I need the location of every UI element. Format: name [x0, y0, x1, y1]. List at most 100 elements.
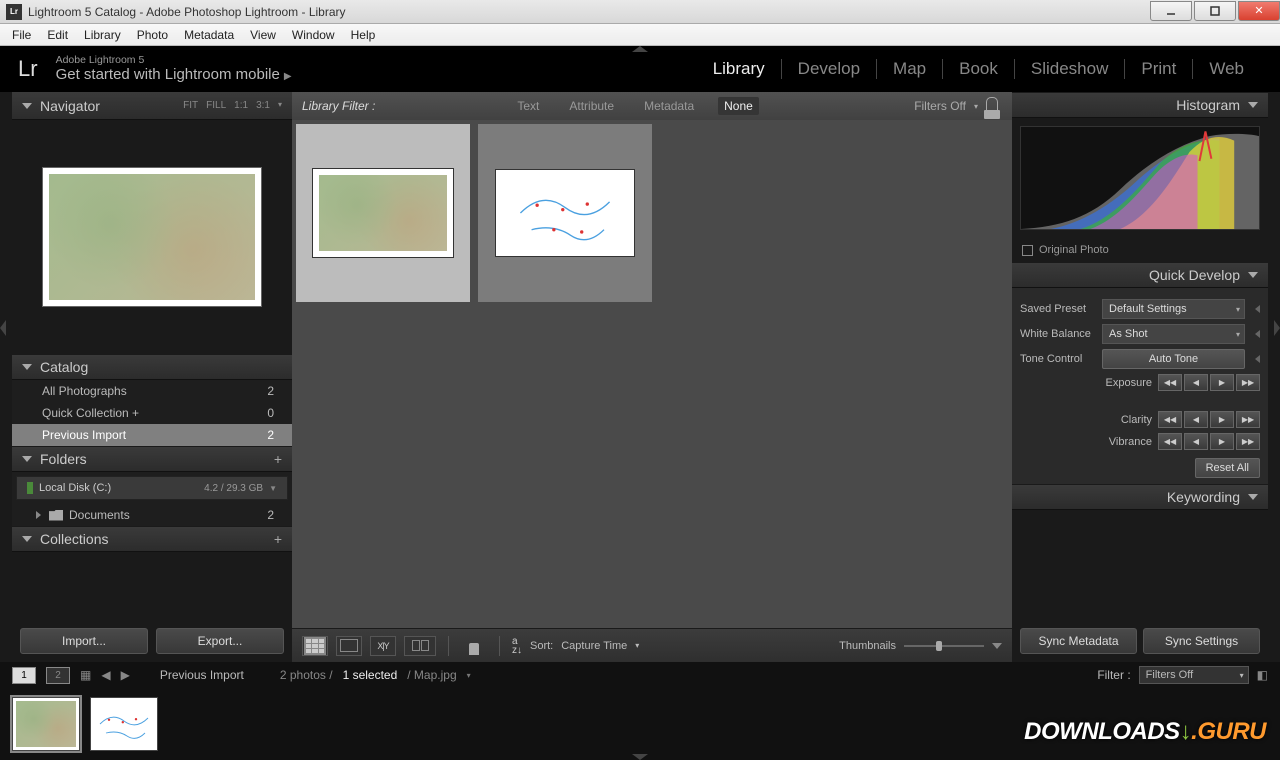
filter-tab-metadata[interactable]: Metadata	[638, 97, 700, 115]
chevron-down-icon[interactable]: ▾	[467, 671, 471, 680]
import-button[interactable]: Import...	[20, 628, 148, 654]
step-big-up[interactable]: ▶▶	[1236, 411, 1260, 428]
menu-view[interactable]: View	[242, 26, 284, 44]
white-balance-select[interactable]: As Shot▾	[1102, 324, 1245, 344]
zoom-3to1[interactable]: 3:1	[256, 100, 270, 111]
view-loupe-button[interactable]	[336, 636, 362, 656]
main-window-button[interactable]: 1	[12, 667, 36, 684]
maximize-button[interactable]	[1194, 1, 1236, 21]
filter-tab-text[interactable]: Text	[511, 97, 545, 115]
module-map[interactable]: Map	[877, 59, 942, 79]
module-slideshow[interactable]: Slideshow	[1015, 59, 1125, 79]
filter-preset-select[interactable]: Filters Off▾	[1139, 666, 1249, 684]
menu-window[interactable]: Window	[284, 26, 343, 44]
menu-edit[interactable]: Edit	[39, 26, 76, 44]
step-up[interactable]: ▶	[1210, 433, 1234, 450]
histogram-chart[interactable]	[1020, 126, 1260, 230]
filter-switch-icon[interactable]: ◧	[1257, 668, 1268, 682]
toolbar-menu-icon[interactable]	[992, 643, 1002, 649]
disclosure-icon[interactable]	[1255, 330, 1260, 338]
filters-status[interactable]: Filters Off	[914, 99, 966, 113]
module-book[interactable]: Book	[943, 59, 1014, 79]
sync-metadata-button[interactable]: Sync Metadata	[1020, 628, 1137, 654]
add-folder-icon[interactable]: +	[274, 451, 282, 467]
sort-direction-button[interactable]: az↓	[512, 637, 522, 655]
step-up[interactable]: ▶	[1210, 411, 1234, 428]
zoom-fill[interactable]: FILL	[206, 100, 226, 111]
menu-metadata[interactable]: Metadata	[176, 26, 242, 44]
volume-row[interactable]: Local Disk (C:) 4.2 / 29.3 GB ▼	[16, 476, 288, 500]
navigator-preview[interactable]	[12, 120, 292, 354]
thumbnail-size-slider[interactable]	[904, 645, 984, 647]
filmstrip-thumb[interactable]	[12, 697, 80, 751]
disclosure-icon[interactable]	[1255, 355, 1260, 363]
grid-cell[interactable]	[478, 124, 652, 302]
step-big-up[interactable]: ▶▶	[1236, 433, 1260, 450]
lock-icon[interactable]	[986, 97, 1002, 115]
back-icon[interactable]: ◀	[101, 668, 110, 682]
view-survey-button[interactable]	[404, 636, 436, 656]
painter-tool-button[interactable]	[461, 636, 487, 656]
right-panel-reveal-icon[interactable]	[1274, 320, 1280, 336]
menu-file[interactable]: File	[4, 26, 39, 44]
navigator-header[interactable]: Navigator FIT FILL 1:1 3:1 ▾	[12, 92, 292, 120]
disclosure-icon[interactable]	[1255, 305, 1260, 313]
auto-tone-button[interactable]: Auto Tone	[1102, 349, 1245, 369]
step-down[interactable]: ◀	[1184, 411, 1208, 428]
collections-header[interactable]: Collections +	[12, 526, 292, 552]
module-develop[interactable]: Develop	[782, 59, 876, 79]
zoom-1to1[interactable]: 1:1	[234, 100, 248, 111]
zoom-fit[interactable]: FIT	[183, 100, 198, 111]
minimize-button[interactable]	[1150, 1, 1192, 21]
second-window-button[interactable]: 2	[46, 667, 70, 684]
menu-help[interactable]: Help	[343, 26, 384, 44]
step-up[interactable]: ▶	[1210, 374, 1234, 391]
reset-all-button[interactable]: Reset All	[1195, 458, 1260, 478]
chevron-down-icon[interactable]: ▾	[974, 102, 978, 111]
bottom-panel-reveal-icon[interactable]	[632, 754, 648, 760]
catalog-item-all[interactable]: All Photographs2	[12, 380, 292, 402]
step-down[interactable]: ◀	[1184, 433, 1208, 450]
left-panel-reveal-icon[interactable]	[0, 320, 6, 336]
module-print[interactable]: Print	[1125, 59, 1192, 79]
folders-header[interactable]: Folders +	[12, 446, 292, 472]
sync-settings-button[interactable]: Sync Settings	[1143, 628, 1260, 654]
add-collection-icon[interactable]: +	[274, 531, 282, 547]
step-big-down[interactable]: ◀◀	[1158, 411, 1182, 428]
export-button[interactable]: Export...	[156, 628, 284, 654]
grid-view[interactable]	[292, 120, 1012, 628]
menu-library[interactable]: Library	[76, 26, 129, 44]
step-big-up[interactable]: ▶▶	[1236, 374, 1260, 391]
catalog-item-previous-import[interactable]: Previous Import2	[12, 424, 292, 446]
sort-value[interactable]: Capture Time	[561, 640, 627, 652]
module-web[interactable]: Web	[1193, 59, 1260, 79]
keywording-header[interactable]: Keywording	[1012, 484, 1268, 510]
grid-cell[interactable]	[296, 124, 470, 302]
folder-row[interactable]: Documents 2	[12, 504, 292, 526]
quick-develop-header[interactable]: Quick Develop	[1012, 262, 1268, 288]
saved-preset-select[interactable]: Default Settings▾	[1102, 299, 1245, 319]
original-photo-toggle[interactable]: Original Photo	[1012, 238, 1268, 262]
forward-icon[interactable]: ▶	[121, 668, 130, 682]
sort-menu-icon[interactable]: ▾	[635, 641, 639, 650]
breadcrumb-source[interactable]: Previous Import	[160, 668, 244, 682]
catalog-header[interactable]: Catalog	[12, 354, 292, 380]
catalog-item-quick[interactable]: Quick Collection +0	[12, 402, 292, 424]
menu-photo[interactable]: Photo	[129, 26, 176, 44]
chevron-down-icon	[22, 456, 32, 462]
view-compare-button[interactable]: X|Y	[370, 636, 396, 656]
identity-text[interactable]: Adobe Lightroom 5 Get started with Light…	[56, 54, 697, 83]
histogram-header[interactable]: Histogram	[1012, 92, 1268, 118]
top-panel-reveal-icon[interactable]	[632, 46, 648, 52]
grid-icon[interactable]: ▦	[80, 668, 91, 682]
filmstrip-thumb[interactable]	[90, 697, 158, 751]
filter-tab-attribute[interactable]: Attribute	[563, 97, 620, 115]
close-button[interactable]: ✕	[1238, 1, 1280, 21]
step-big-down[interactable]: ◀◀	[1158, 374, 1182, 391]
module-library[interactable]: Library	[697, 59, 781, 79]
view-grid-button[interactable]	[302, 636, 328, 656]
filter-tab-none[interactable]: None	[718, 97, 759, 115]
zoom-more-icon[interactable]: ▾	[278, 100, 282, 111]
step-down[interactable]: ◀	[1184, 374, 1208, 391]
step-big-down[interactable]: ◀◀	[1158, 433, 1182, 450]
